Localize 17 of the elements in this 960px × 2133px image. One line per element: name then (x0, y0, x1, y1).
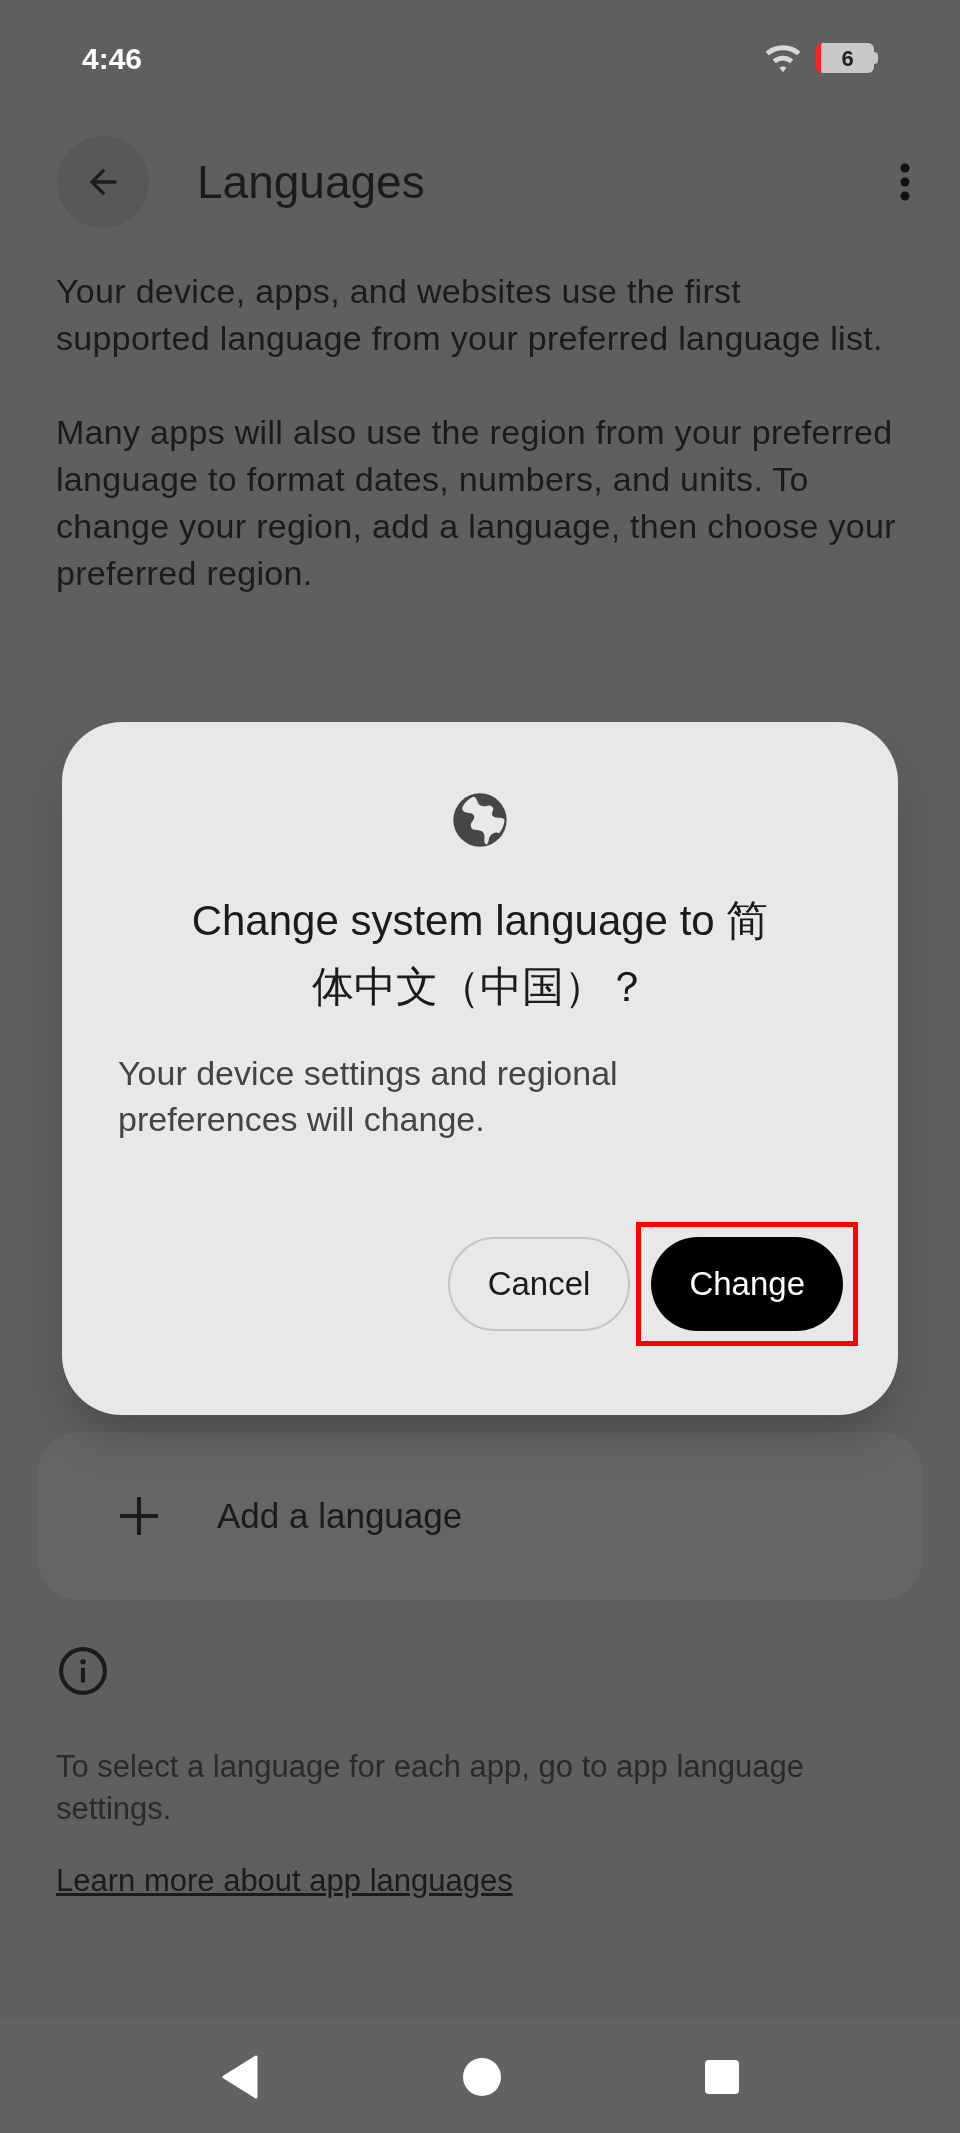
battery-level: 6 (841, 44, 854, 73)
info-icon (58, 1646, 108, 1696)
description-paragraph: Many apps will also use the region from your preferred language to format dates, numbers, and units. To change your region, add a language, then choose your preferred region. (56, 412, 897, 594)
change-button[interactable]: Change (651, 1237, 843, 1331)
more-options-icon (900, 163, 910, 201)
dialog-message: Your device settings and regional preferences will change. (117, 1053, 619, 1140)
status-time: 4:46 (82, 40, 143, 77)
cancel-button[interactable]: Cancel (447, 1237, 631, 1331)
description-paragraph: Your device, apps, and websites use the first supported language from your preferred language list. (56, 271, 884, 359)
dialog-title: Change system language to 简体中文（中国）？ (190, 896, 770, 1012)
back-nav-icon[interactable] (220, 2054, 260, 2099)
add-language-label: Add a language (217, 1494, 463, 1537)
plus-icon (120, 1497, 158, 1535)
wifi-icon (764, 43, 802, 73)
page-title: Languages (197, 154, 426, 210)
home-nav-icon[interactable] (462, 2056, 502, 2097)
recents-nav-icon[interactable] (704, 2058, 740, 2095)
